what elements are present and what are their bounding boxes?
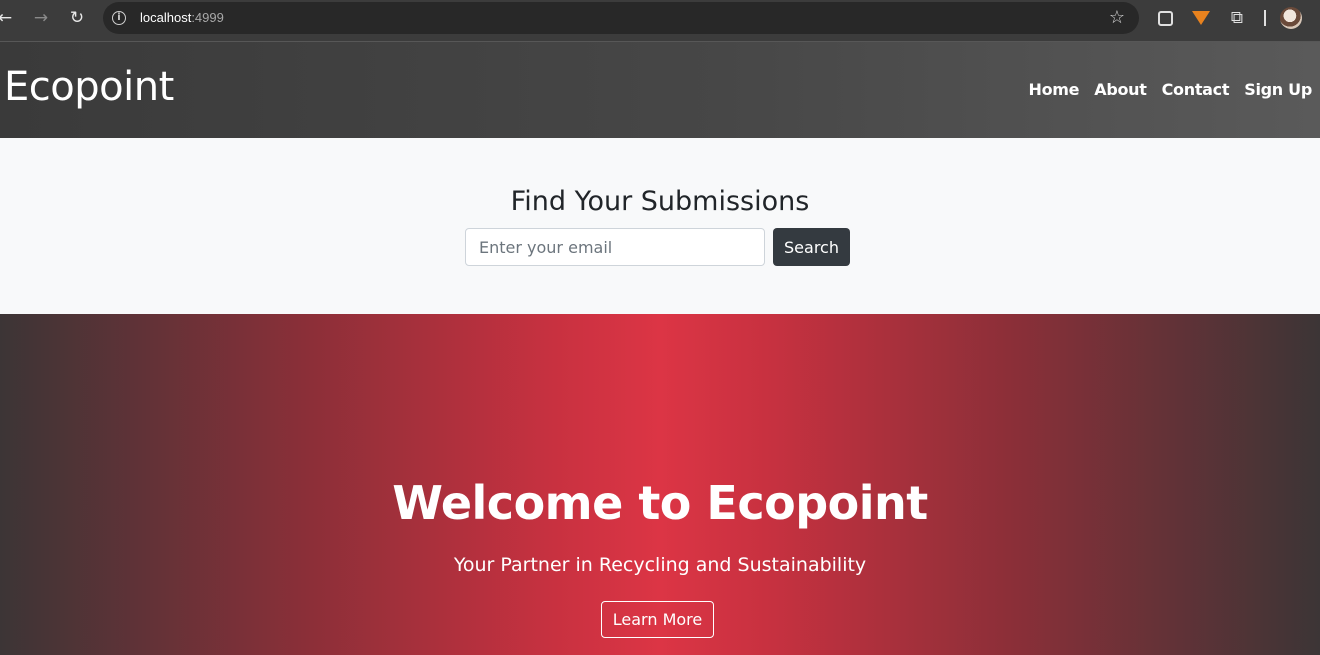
email-input[interactable] xyxy=(465,228,765,266)
url-host: localhost xyxy=(140,10,192,25)
main-nav: Home About Contact Sign Up xyxy=(1029,80,1313,99)
search-button[interactable]: Search xyxy=(773,228,850,266)
nav-about[interactable]: About xyxy=(1094,80,1147,99)
hero-subtitle: Your Partner in Recycling and Sustainabi… xyxy=(453,554,867,576)
brand-logo-text[interactable]: Ecopoint xyxy=(4,64,174,110)
site-info-icon[interactable]: i xyxy=(112,11,126,25)
back-icon[interactable]: ← xyxy=(0,7,18,29)
url-text: localhost:4999 xyxy=(140,10,224,25)
nav-contact[interactable]: Contact xyxy=(1162,80,1230,99)
nav-home[interactable]: Home xyxy=(1029,80,1080,99)
search-section: Find Your Submissions Search xyxy=(0,138,1320,314)
forward-icon[interactable]: → xyxy=(28,7,54,29)
nav-sign-up[interactable]: Sign Up xyxy=(1244,80,1312,99)
calendar-extension-icon[interactable] xyxy=(1155,8,1175,28)
address-bar[interactable]: i localhost:4999 ☆ xyxy=(103,2,1139,34)
extensions-puzzle-icon[interactable]: ⧉ xyxy=(1227,8,1247,28)
learn-more-button[interactable]: Learn More xyxy=(601,601,714,638)
profile-avatar[interactable] xyxy=(1280,7,1302,29)
reload-icon[interactable]: ↻ xyxy=(64,7,90,29)
hero-title: Welcome to Ecopoint xyxy=(392,476,928,530)
search-title: Find Your Submissions xyxy=(510,186,810,217)
url-port: :4999 xyxy=(191,10,224,25)
metamask-fox-icon[interactable] xyxy=(1191,8,1211,28)
browser-toolbar: ← → ↻ i localhost:4999 ☆ ⧉ xyxy=(0,0,1320,42)
bookmark-star-icon[interactable]: ☆ xyxy=(1109,7,1125,28)
toolbar-divider xyxy=(1264,10,1266,26)
site-header: Ecopoint Home About Contact Sign Up xyxy=(0,42,1320,138)
hero-section: Welcome to Ecopoint Your Partner in Recy… xyxy=(0,314,1320,655)
